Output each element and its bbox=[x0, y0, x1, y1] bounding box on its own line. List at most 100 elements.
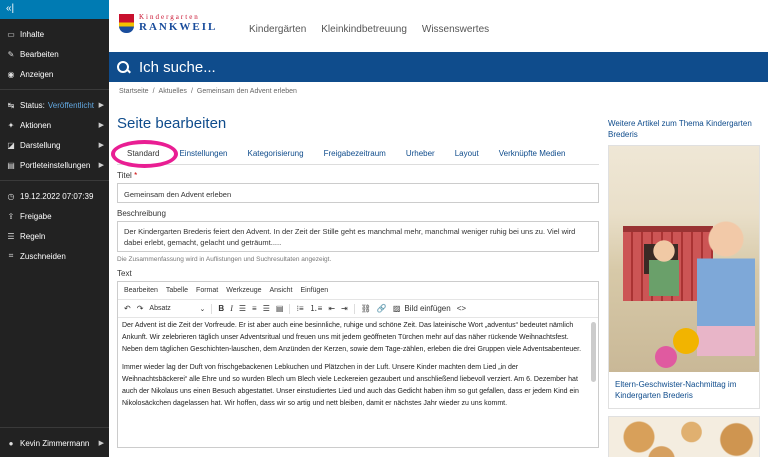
align-right-icon[interactable]: ☰ bbox=[263, 304, 270, 313]
redo-icon[interactable]: ↷ bbox=[137, 304, 144, 313]
tab-einstellungen[interactable]: Einstellungen bbox=[169, 145, 237, 164]
portlet-icon: ▤ bbox=[7, 160, 15, 170]
description-field[interactable]: Der Kindergarten Brederis feiert den Adv… bbox=[117, 221, 599, 252]
toolbar-divider bbox=[0, 89, 109, 90]
indent-icon[interactable]: ⇥ bbox=[341, 304, 348, 313]
content-icon: ▭ bbox=[7, 29, 15, 39]
status-icon: ↹ bbox=[7, 100, 15, 110]
site-logo[interactable]: Kindergarten RANKWEIL bbox=[119, 13, 217, 33]
unlink-icon[interactable]: ⛓ bbox=[361, 304, 371, 313]
toolbar-item-label: Aktionen bbox=[20, 120, 52, 130]
chevron-right-icon: ▶ bbox=[98, 162, 104, 169]
insert-image-button[interactable]: ▨ Bild einfügen bbox=[393, 304, 451, 313]
toolbar-separator bbox=[353, 303, 355, 314]
toolbar-item-aktionen[interactable]: ✦ Aktionen ▶ bbox=[0, 115, 109, 135]
edit-tabs: Standard Einstellungen Kategorisierung F… bbox=[111, 140, 599, 168]
nav-item-kleinkindbetreuung[interactable]: Kleinkindbetreuung bbox=[321, 24, 407, 35]
toolbar-collapse-button[interactable]: «| bbox=[0, 0, 109, 19]
tab-freigabezeitraum[interactable]: Freigabezeitraum bbox=[314, 145, 396, 164]
logo-text-top: Kindergarten bbox=[139, 13, 200, 21]
related-heading[interactable]: Weitere Artikel zum Thema Kindergarten B… bbox=[608, 118, 760, 140]
pink-ball bbox=[655, 346, 677, 368]
search-icon bbox=[117, 60, 130, 74]
clock-icon: ◷ bbox=[7, 191, 15, 201]
menu-bearbeiten[interactable]: Bearbeiten bbox=[124, 287, 158, 294]
editor-paragraph: Immer wieder lag der Duft von frischgeba… bbox=[122, 364, 579, 407]
related-card[interactable]: Eltern-Geschwister-Nachmittag im Kinderg… bbox=[608, 145, 760, 409]
toolbar-item-status[interactable]: ↹ Status: Veröffentlicht ▶ bbox=[0, 95, 109, 115]
menu-format[interactable]: Format bbox=[196, 287, 218, 294]
toolbar-item-regeln[interactable]: ☰ Regeln bbox=[0, 226, 109, 246]
crop-icon: ⌗ bbox=[8, 251, 14, 260]
editor-content[interactable]: Der Advent ist die Zeit der Vorfreude. E… bbox=[118, 318, 598, 440]
toolbar-item-portleteinstellungen[interactable]: ▤ Portleteinstellungen ▶ bbox=[0, 155, 109, 175]
related-card[interactable] bbox=[608, 416, 760, 457]
toolbar-item-zuschneiden[interactable]: ⌗ Zuschneiden bbox=[0, 246, 109, 266]
title-field[interactable]: Gemeinsam den Advent erleben bbox=[117, 183, 599, 203]
bullet-list-icon[interactable]: ⁝≡ bbox=[296, 304, 303, 313]
related-articles: Weitere Artikel zum Thema Kindergarten B… bbox=[608, 118, 760, 457]
description-label: Beschreibung bbox=[117, 209, 166, 218]
toolbar-item-label: Anzeigen bbox=[20, 69, 54, 79]
menu-werkzeuge[interactable]: Werkzeuge bbox=[226, 287, 261, 294]
align-left-icon[interactable]: ☰ bbox=[239, 304, 246, 313]
title-label-text: Titel bbox=[117, 171, 132, 180]
italic-icon[interactable]: I bbox=[230, 304, 233, 313]
rich-text-editor: Bearbeiten Tabelle Format Werkzeuge Ansi… bbox=[117, 281, 599, 448]
outdent-icon[interactable]: ⇤ bbox=[328, 304, 335, 313]
toolbar-divider bbox=[0, 427, 109, 428]
editor-scrollbar[interactable] bbox=[591, 322, 596, 382]
chevron-right-icon: ▶ bbox=[98, 102, 104, 109]
toolbar-item-bearbeiten[interactable]: ✎ Bearbeiten bbox=[0, 44, 109, 64]
tab-kategorisierung[interactable]: Kategorisierung bbox=[238, 145, 314, 164]
align-justify-icon[interactable]: ▤ bbox=[276, 304, 284, 313]
main-navigation: Kindergärten Kleinkindbetreuung Wissensw… bbox=[249, 24, 489, 35]
image-icon: ▨ bbox=[392, 304, 401, 313]
menu-einfuegen[interactable]: Einfügen bbox=[300, 287, 328, 294]
highlight-circle bbox=[111, 140, 178, 168]
tab-verknuepfte-medien[interactable]: Verknüpfte Medien bbox=[489, 145, 576, 164]
required-marker: * bbox=[134, 171, 138, 180]
toolbar-item-darstellung[interactable]: ◪ Darstellung ▶ bbox=[0, 135, 109, 155]
toolbar-item-inhalte[interactable]: ▭ Inhalte bbox=[0, 24, 109, 44]
search-placeholder: Ich suche... bbox=[139, 58, 216, 76]
toolbar-item-label: Bearbeiten bbox=[20, 49, 59, 59]
pencil-icon: ✎ bbox=[7, 49, 15, 59]
related-card-caption[interactable]: Eltern-Geschwister-Nachmittag im Kinderg… bbox=[609, 372, 759, 408]
tab-urheber[interactable]: Urheber bbox=[396, 145, 445, 164]
article-photo bbox=[609, 417, 759, 457]
girl-figure bbox=[697, 206, 755, 356]
insert-image-label: Bild einfügen bbox=[404, 304, 451, 313]
bold-icon[interactable]: B bbox=[218, 304, 224, 313]
menu-ansicht[interactable]: Ansicht bbox=[270, 287, 293, 294]
editor-menubar: Bearbeiten Tabelle Format Werkzeuge Ansi… bbox=[118, 282, 598, 300]
search-bar[interactable]: Ich suche... bbox=[109, 52, 768, 82]
toolbar-item-anzeigen[interactable]: ◉ Anzeigen bbox=[0, 64, 109, 84]
breadcrumb-startseite[interactable]: Startseite bbox=[119, 88, 149, 95]
format-select-value: Absatz bbox=[149, 304, 171, 312]
editor-toolbar: ↶ ↷ Absatz ⌄ B I ☰ ≡ ☰ ▤ ⁝≡ ⒈≡ ⇤ ⇥ ⛓ 🔗 ▨… bbox=[118, 300, 598, 318]
toolbar-item-label: Zuschneiden bbox=[20, 251, 66, 261]
breadcrumb-separator: / bbox=[190, 88, 193, 95]
breadcrumb-aktuelles[interactable]: Aktuelles bbox=[159, 88, 187, 95]
description-help: Die Zusammenfassung wird in Auflistungen… bbox=[117, 256, 332, 263]
link-icon[interactable]: 🔗 bbox=[377, 304, 387, 313]
title-label: Titel * bbox=[117, 171, 599, 180]
plone-toolbar: «| ▭ Inhalte ✎ Bearbeiten ◉ Anzeigen ↹ S… bbox=[0, 0, 109, 457]
tab-layout[interactable]: Layout bbox=[445, 145, 489, 164]
code-icon[interactable]: <> bbox=[457, 304, 466, 313]
toolbar-item-label: Inhalte bbox=[20, 29, 45, 39]
align-center-icon[interactable]: ≡ bbox=[252, 304, 257, 313]
bolt-icon: ✦ bbox=[7, 120, 15, 130]
numbered-list-icon[interactable]: ⒈≡ bbox=[310, 303, 323, 314]
toolbar-item-freigabe[interactable]: ⇪ Freigabe bbox=[0, 206, 109, 226]
nav-item-wissenswertes[interactable]: Wissenswertes bbox=[422, 24, 489, 35]
menu-tabelle[interactable]: Tabelle bbox=[166, 287, 188, 294]
chevron-right-icon: ▶ bbox=[98, 122, 104, 129]
toolbar-item-label: Freigabe bbox=[20, 211, 52, 221]
nav-item-kindergaerten[interactable]: Kindergärten bbox=[249, 24, 306, 35]
toolbar-item-date[interactable]: ◷ 19.12.2022 07:07:39 bbox=[0, 186, 109, 206]
toolbar-item-user[interactable]: ● Kevin Zimmermann ▶ bbox=[0, 433, 109, 453]
undo-icon[interactable]: ↶ bbox=[124, 304, 131, 313]
format-select[interactable]: Absatz ⌄ bbox=[149, 305, 205, 313]
